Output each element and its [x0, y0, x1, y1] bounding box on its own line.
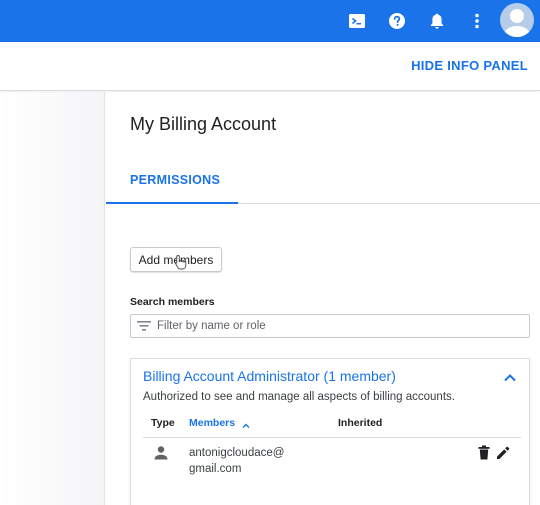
account-avatar[interactable]	[500, 3, 534, 37]
column-header-members[interactable]: Members	[189, 417, 235, 429]
column-header-type: Type	[151, 417, 175, 429]
chevron-up-icon[interactable]	[501, 369, 519, 387]
member-email-line-1: antonigcloudace@	[189, 447, 285, 459]
cloud-shell-icon[interactable]	[342, 0, 372, 42]
role-title[interactable]: Billing Account Administrator (1 member)	[143, 368, 396, 384]
add-members-button[interactable]: Add members	[130, 247, 222, 272]
tabs-row: PERMISSIONS	[106, 152, 540, 204]
column-header-inherited: Inherited	[338, 417, 383, 429]
action-bar: HIDE INFO PANEL	[0, 42, 540, 91]
header-divider	[143, 437, 521, 438]
notifications-icon[interactable]	[422, 0, 452, 42]
more-vert-icon[interactable]	[462, 0, 492, 42]
search-members-label: Search members	[130, 296, 215, 308]
delete-icon[interactable]	[477, 445, 491, 461]
role-card: Billing Account Administrator (1 member)…	[130, 358, 530, 505]
panel-title: My Billing Account	[130, 114, 277, 134]
member-email: antonigcloudace@ gmail.com	[189, 445, 309, 477]
info-panel: My Billing Account PERMISSIONS Add membe…	[106, 92, 540, 505]
filter-input[interactable]	[157, 320, 517, 332]
hide-info-panel-button[interactable]: HIDE INFO PANEL	[411, 58, 528, 73]
top-app-bar	[0, 0, 540, 42]
filter-icon	[133, 315, 155, 337]
help-icon[interactable]	[382, 0, 412, 42]
role-description: Authorized to see and manage all aspects…	[143, 391, 455, 403]
left-content-area	[0, 92, 105, 505]
edit-icon[interactable]	[495, 445, 511, 461]
member-email-line-2: gmail.com	[189, 463, 242, 475]
sort-ascending-icon[interactable]	[241, 418, 251, 428]
tab-permissions[interactable]: PERMISSIONS	[106, 152, 238, 204]
person-icon	[153, 445, 169, 461]
filter-field[interactable]	[130, 314, 530, 338]
